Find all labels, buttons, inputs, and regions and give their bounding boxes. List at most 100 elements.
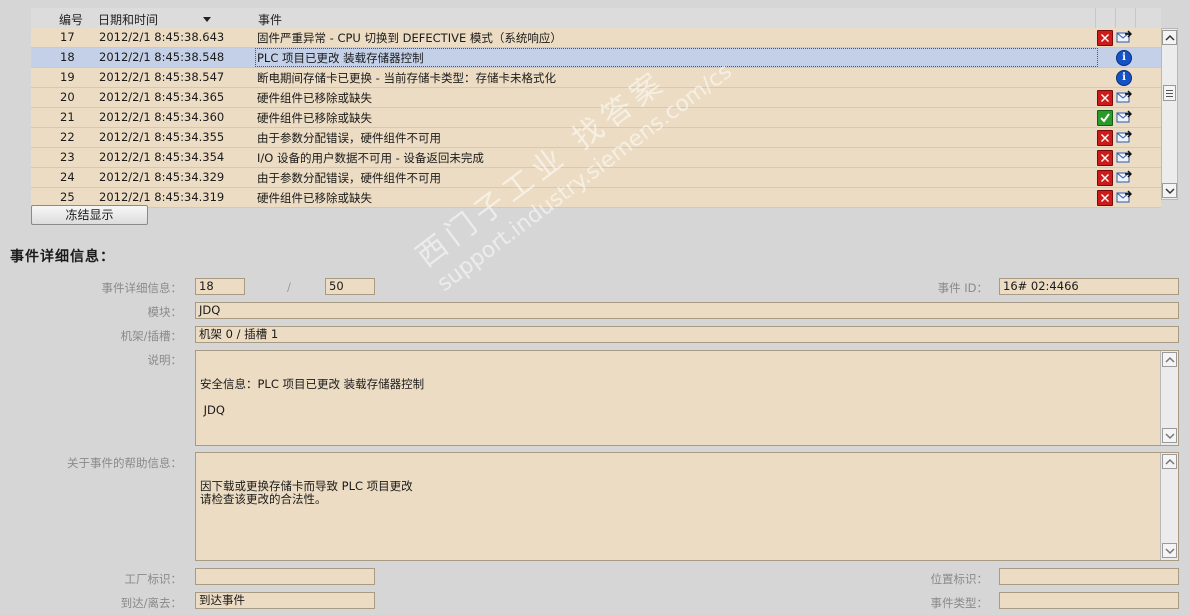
scroll-down-button[interactable] [1162,428,1177,443]
table-row[interactable]: 18 2012/2/1 8:45:38.548 PLC 项目已更改 装载存储器控… [31,48,1161,68]
goto-icon[interactable] [1116,190,1133,203]
arrival-field: 到达事件 [195,592,375,609]
row-datetime: 2012/2/1 8:45:38.643 [99,30,225,44]
error-icon[interactable] [1097,130,1113,146]
row-number: 20 [60,90,75,104]
chevron-up-icon [1165,458,1175,465]
chevron-up-icon [1165,34,1175,41]
description-scrollbar[interactable] [1160,351,1178,445]
ok-icon[interactable] [1097,110,1113,126]
column-header-goto[interactable] [1115,8,1136,28]
event-detail-label: 事件详细信息： [101,281,183,295]
row-goto-slot[interactable] [1116,130,1133,145]
goto-icon[interactable] [1116,150,1133,163]
event-type-field [999,592,1179,609]
row-status-slot[interactable] [1097,130,1113,146]
table-row[interactable]: 23 2012/2/1 8:45:34.354 I/O 设备的用户数据不可用 -… [31,148,1161,168]
help-label: 关于事件的帮助信息： [67,456,182,470]
row-number: 17 [60,30,75,44]
column-header-blank [1135,8,1162,28]
column-header-event[interactable]: 事件 [258,11,282,28]
row-event-text: 由于参数分配错误，硬件组件不可用 [257,131,441,145]
error-icon[interactable] [1097,190,1113,206]
plant-id-field [195,568,375,585]
row-event-text: 由于参数分配错误，硬件组件不可用 [257,171,441,185]
column-header-status[interactable] [1095,8,1116,28]
table-row[interactable]: 19 2012/2/1 8:45:38.547 断电期间存储卡已更换 - 当前存… [31,68,1161,88]
column-header-no[interactable]: 编号 [59,11,83,28]
event-index-separator: / [287,280,291,294]
event-total-field: 50 [325,278,375,295]
row-event-text: 硬件组件已移除或缺失 [257,111,372,125]
goto-icon[interactable] [1116,130,1133,143]
goto-icon[interactable] [1116,30,1133,43]
sort-desc-icon[interactable] [203,17,211,22]
rack-slot-field: 机架 0 / 插槽 1 [195,326,1179,343]
row-goto-slot[interactable] [1116,90,1133,105]
row-status-slot[interactable] [1097,150,1113,166]
scroll-down-button[interactable] [1162,183,1177,198]
table-scrollbar[interactable] [1161,28,1178,200]
scroll-up-button[interactable] [1162,454,1177,469]
row-status-slot[interactable] [1097,50,1113,65]
location-id-label: 位置标识： [930,572,989,586]
error-icon[interactable] [1097,170,1113,186]
info-icon[interactable]: i [1116,70,1132,86]
scroll-up-button[interactable] [1162,30,1177,45]
error-icon[interactable] [1097,150,1113,166]
chevron-down-icon [1165,188,1175,195]
row-goto-slot[interactable] [1116,150,1133,165]
row-status-slot[interactable] [1097,90,1113,106]
row-status-slot[interactable] [1097,30,1113,46]
scroll-thumb[interactable] [1163,85,1176,101]
row-goto-slot[interactable] [1116,30,1133,45]
row-event-cell [255,108,1098,127]
goto-icon[interactable] [1116,110,1133,123]
row-number: 25 [60,190,75,204]
freeze-display-button[interactable]: 冻结显示 [31,205,148,225]
table-row[interactable]: 20 2012/2/1 8:45:34.365 硬件组件已移除或缺失 [31,88,1161,108]
row-status-slot[interactable] [1097,110,1113,126]
event-table-header: 编号 日期和时间 事件 [31,8,1161,29]
scroll-down-button[interactable] [1162,543,1177,558]
table-row[interactable]: 21 2012/2/1 8:45:34.360 硬件组件已移除或缺失 [31,108,1161,128]
details-section-title: 事件详细信息： [10,249,115,265]
row-event-cell [255,188,1098,207]
row-datetime: 2012/2/1 8:45:38.547 [99,70,225,84]
row-status-slot[interactable] [1097,70,1113,85]
error-icon[interactable] [1097,30,1113,46]
event-type-label: 事件类型： [930,596,989,610]
rack-slot-label: 机架/插槽： [120,329,182,343]
table-row[interactable]: 24 2012/2/1 8:45:34.329 由于参数分配错误，硬件组件不可用 [31,168,1161,188]
goto-icon[interactable] [1116,90,1133,103]
chevron-up-icon [1165,356,1175,363]
help-scrollbar[interactable] [1160,453,1178,560]
description-textarea[interactable]: 安全信息：PLC 项目已更改 装载存储器控制 JDQ [195,350,1179,446]
table-row[interactable]: 17 2012/2/1 8:45:38.643 固件严重异常 - CPU 切换到… [31,28,1161,48]
row-status-slot[interactable] [1097,190,1113,206]
table-row[interactable]: 25 2012/2/1 8:45:34.319 硬件组件已移除或缺失 [31,188,1161,208]
row-goto-slot[interactable] [1116,110,1133,125]
event-id-field: 16# 02:4466 [999,278,1179,295]
row-datetime: 2012/2/1 8:45:34.329 [99,170,225,184]
event-table-body: 17 2012/2/1 8:45:38.643 固件严重异常 - CPU 切换到… [31,28,1161,208]
row-datetime: 2012/2/1 8:45:34.319 [99,190,225,204]
module-label: 模块： [147,305,183,319]
row-goto-slot[interactable]: i [1116,50,1132,66]
row-event-text: I/O 设备的用户数据不可用 - 设备返回未完成 [257,151,484,165]
row-status-slot[interactable] [1097,170,1113,186]
row-goto-slot[interactable]: i [1116,70,1132,86]
table-row[interactable]: 22 2012/2/1 8:45:34.355 由于参数分配错误，硬件组件不可用 [31,128,1161,148]
error-icon[interactable] [1097,90,1113,106]
help-textarea[interactable]: 因下载或更换存储卡而导致 PLC 项目更改 请检查该更改的合法性。 [195,452,1179,561]
row-datetime: 2012/2/1 8:45:34.365 [99,90,225,104]
chevron-down-icon [1165,548,1175,555]
row-goto-slot[interactable] [1116,190,1133,205]
row-goto-slot[interactable] [1116,170,1133,185]
goto-icon[interactable] [1116,170,1133,183]
description-label: 说明： [147,353,183,367]
scroll-up-button[interactable] [1162,352,1177,367]
row-event-text: 硬件组件已移除或缺失 [257,91,372,105]
info-icon[interactable]: i [1116,50,1132,66]
column-header-datetime[interactable]: 日期和时间 [98,11,158,28]
